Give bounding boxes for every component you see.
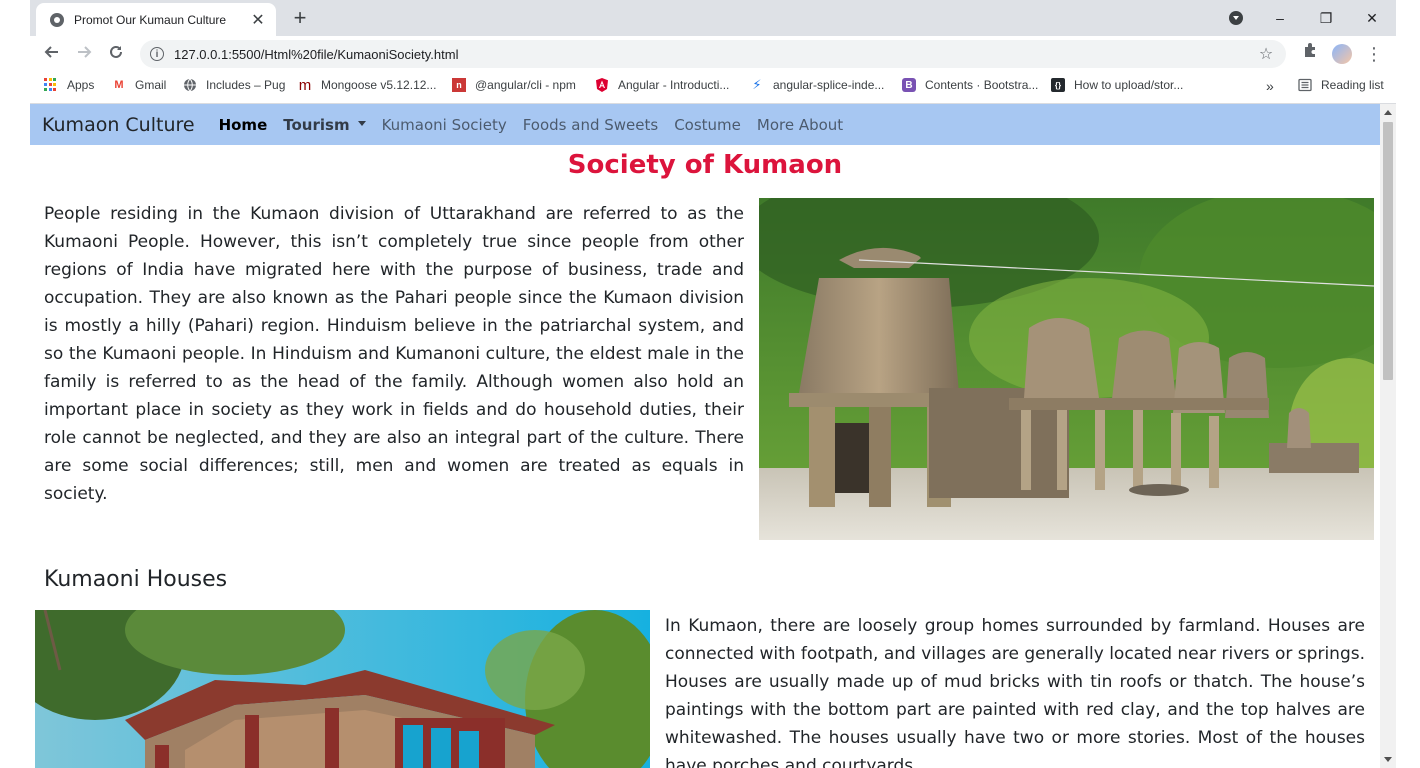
caret-down-icon [357, 120, 366, 126]
nav-foods-and-sweets[interactable]: Foods and Sweets [523, 116, 658, 134]
browser-chrome: Promot Our Kumaun Culture ✕ + – ❐ ✕ i 12… [30, 0, 1396, 104]
new-tab-button[interactable]: + [288, 6, 312, 30]
bookmarks-overflow-button[interactable]: » [1266, 78, 1274, 94]
mongoose-icon: m [298, 76, 312, 94]
nav-more-about[interactable]: More About [757, 116, 843, 134]
bootstrap-icon: B [902, 78, 916, 92]
bookmark-label: Mongoose v5.12.12... [321, 78, 437, 92]
scroll-up-arrow-icon[interactable] [1384, 110, 1392, 115]
nav-kumaoni-society[interactable]: Kumaoni Society [382, 116, 507, 134]
site-navbar: Kumaon Culture Home Tourism Kumaoni Soci… [30, 104, 1380, 145]
forward-arrow-icon[interactable] [72, 42, 96, 66]
address-bar[interactable]: i 127.0.0.1:5500/Html%20file/KumaoniSoci… [140, 40, 1286, 68]
tab-strip: Promot Our Kumaun Culture ✕ + – ❐ ✕ [30, 0, 1396, 36]
browser-menu-icon[interactable]: ⋮ [1362, 42, 1386, 66]
reload-icon[interactable] [104, 42, 128, 66]
globe-icon [183, 78, 197, 92]
gmail-icon: M [114, 79, 124, 91]
bookmark-gmail[interactable]: M Gmail [112, 78, 166, 92]
kumaoni-house-photo [35, 610, 650, 768]
nav-home[interactable]: Home [219, 116, 268, 134]
temple-photo [759, 198, 1374, 540]
reading-list-icon [1298, 78, 1312, 92]
bookmark-includes-pug[interactable]: Includes – Pug [183, 78, 285, 92]
bookmark-label: angular-splice-inde... [773, 78, 885, 92]
bolt-icon: ⚡ [752, 77, 762, 92]
scrollbar-thumb[interactable] [1383, 122, 1393, 380]
extensions-puzzle-icon[interactable] [1298, 42, 1322, 66]
globe-icon [50, 12, 64, 27]
navbar-brand[interactable]: Kumaon Culture [42, 114, 195, 136]
npm-icon: n [452, 78, 466, 92]
bookmark-label: Gmail [135, 78, 167, 92]
scroll-down-arrow-icon[interactable] [1384, 757, 1392, 762]
reading-list-label: Reading list [1321, 78, 1384, 92]
window-close-button[interactable]: ✕ [1358, 6, 1386, 30]
houses-paragraph: In Kumaon, there are loosely group homes… [665, 616, 1365, 768]
bookmark-apps[interactable]: Apps [44, 78, 94, 92]
nav-tourism-label: Tourism [283, 115, 350, 134]
url-text[interactable]: 127.0.0.1:5500/Html%20file/KumaoniSociet… [174, 47, 1254, 62]
bookmark-star-icon[interactable]: ☆ [1254, 44, 1278, 64]
bookmark-how-to-upload[interactable]: {} How to upload/stor... [1051, 78, 1183, 92]
bookmark-label: Includes – Pug [206, 78, 286, 92]
bookmark-label: Contents · Bootstra... [925, 78, 1039, 92]
page-title: Society of Kumaon [567, 150, 843, 180]
bookmark-label: Apps [67, 78, 95, 92]
page-viewport: Kumaon Culture Home Tourism Kumaoni Soci… [30, 104, 1380, 768]
kumaoni-houses-heading: Kumaoni Houses [44, 567, 228, 592]
profile-avatar[interactable] [1332, 44, 1352, 64]
bookmark-label: Angular - Introducti... [618, 78, 730, 92]
angular-icon [595, 78, 609, 92]
browser-toolbar: i 127.0.0.1:5500/Html%20file/KumaoniSoci… [30, 36, 1396, 72]
tab-search-icon[interactable] [1229, 11, 1243, 25]
browser-tab[interactable]: Promot Our Kumaun Culture ✕ [36, 3, 276, 36]
page-scrollbar[interactable] [1380, 104, 1396, 768]
bookmarks-bar: Apps M Gmail Includes – Pug m Mongoose v… [30, 72, 1396, 100]
bookmark-label: How to upload/stor... [1074, 78, 1184, 92]
tab-close-button[interactable]: ✕ [246, 10, 270, 30]
maximize-button[interactable]: ❐ [1312, 6, 1340, 30]
nav-costume[interactable]: Costume [674, 116, 741, 134]
bookmark-mongoose[interactable]: m Mongoose v5.12.12... [298, 76, 437, 94]
bookmark-label: @angular/cli - npm [475, 78, 576, 92]
back-arrow-icon[interactable] [40, 42, 64, 66]
nav-tourism-dropdown[interactable]: Tourism [283, 115, 366, 134]
code-icon: {} [1051, 78, 1065, 92]
reading-list-button[interactable]: Reading list [1298, 78, 1384, 92]
bookmark-bootstrap-contents[interactable]: B Contents · Bootstra... [902, 78, 1038, 92]
bookmark-angular-splice[interactable]: ⚡ angular-splice-inde... [750, 77, 885, 92]
bookmark-angular-cli-npm[interactable]: n @angular/cli - npm [452, 78, 576, 92]
apps-grid-icon [44, 78, 58, 92]
tab-title: Promot Our Kumaun Culture [74, 12, 227, 27]
minimize-button[interactable]: – [1266, 6, 1294, 30]
site-info-icon[interactable]: i [150, 47, 164, 61]
bookmark-angular-intro[interactable]: Angular - Introducti... [595, 78, 729, 92]
society-intro-paragraph: People residing in the Kumaon division o… [44, 204, 744, 504]
